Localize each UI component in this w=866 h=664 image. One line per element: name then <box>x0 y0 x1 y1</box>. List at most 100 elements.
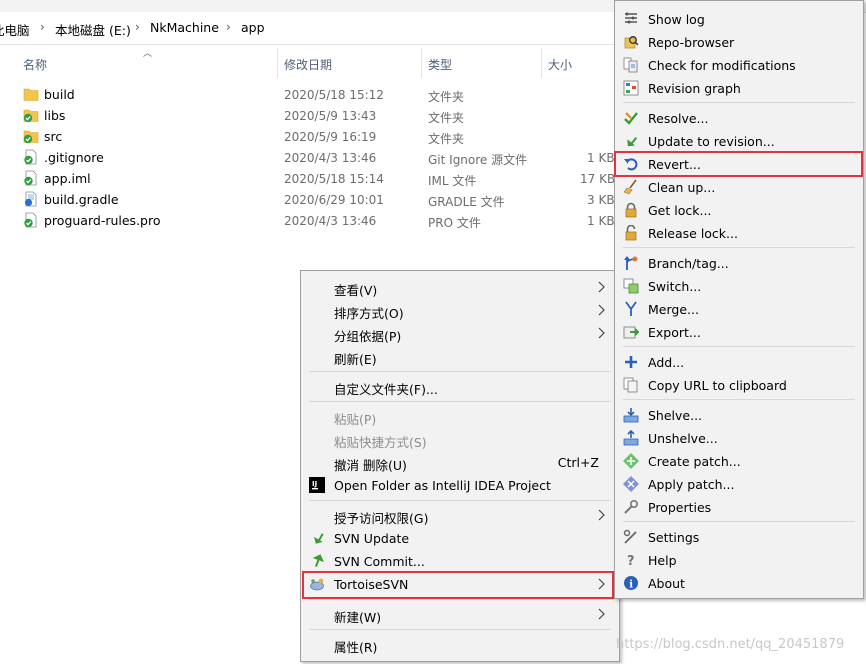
submenu-item-copy-url[interactable]: Copy URL to clipboard <box>615 374 863 397</box>
menu-item-label: TortoiseSVN <box>334 577 409 592</box>
submenu-item-revert[interactable]: Revert... <box>615 153 863 176</box>
submenu-item-repo-browser[interactable]: Repo-browser <box>615 31 863 54</box>
menu-item-svn-update[interactable]: SVN Update <box>301 527 619 550</box>
column-divider[interactable] <box>421 48 422 78</box>
breadcrumb-separator-icon[interactable]: › <box>135 20 140 34</box>
file-name: build <box>44 87 75 102</box>
menu-item-undo-delete[interactable]: 撤消 删除(U) Ctrl+Z <box>301 451 619 474</box>
menu-item-give-access[interactable]: 授予访问权限(G) <box>301 504 619 527</box>
file-type: IML 文件 <box>428 174 477 188</box>
menu-item-label: SVN Commit... <box>334 554 425 569</box>
column-divider[interactable] <box>541 48 542 78</box>
repo-browser-icon <box>624 36 639 49</box>
menu-item-paste-shortcut[interactable]: 粘贴快捷方式(S) <box>301 428 619 451</box>
file-type: PRO 文件 <box>428 216 481 230</box>
submenu-item-apply-patch[interactable]: Apply patch... <box>615 473 863 496</box>
submenu-item-shelve[interactable]: Shelve... <box>615 404 863 427</box>
menu-item-label: Help <box>648 553 677 568</box>
breadcrumb-separator-icon[interactable]: › <box>40 20 45 34</box>
file-size: 3 KB <box>587 193 615 207</box>
settings-icon <box>623 529 637 544</box>
resolve-icon <box>624 112 638 125</box>
menu-item-new[interactable]: 新建(W) <box>301 603 619 626</box>
submenu-item-show-log[interactable]: Show log <box>615 8 863 31</box>
revision-graph-icon <box>623 80 639 96</box>
file-row[interactable]: src 2020/5/9 16:19 文件夹 <box>0 126 615 147</box>
submenu-item-resolve[interactable]: Resolve... <box>615 107 863 130</box>
column-header-name[interactable]: 名称 <box>23 56 47 73</box>
file-row[interactable]: libs 2020/5/9 13:43 文件夹 <box>0 105 615 126</box>
column-header-date[interactable]: 修改日期 <box>284 56 332 73</box>
breadcrumb-separator-icon[interactable]: › <box>226 20 231 34</box>
menu-item-open-intellij[interactable]: IJ Open Folder as IntelliJ IDEA Project <box>301 474 619 497</box>
submenu-item-release-lock[interactable]: Release lock... <box>615 222 863 245</box>
menu-separator <box>309 629 611 630</box>
menu-item-group-by[interactable]: 分组依据(P) <box>301 322 619 345</box>
breadcrumb-drive-e[interactable]: 本地磁盘 (E:) <box>55 20 131 39</box>
menu-separator <box>623 399 855 400</box>
menu-item-svn-commit[interactable]: SVN Commit... <box>301 550 619 573</box>
about-icon: i <box>624 576 638 591</box>
file-type: 文件夹 <box>428 90 465 104</box>
submenu-item-help[interactable]: ? Help <box>615 549 863 572</box>
submenu-item-about[interactable]: i About <box>615 572 863 595</box>
file-date: 2020/5/9 16:19 <box>284 130 377 144</box>
menu-item-label: Release lock... <box>648 226 738 241</box>
submenu-item-export[interactable]: Export... <box>615 321 863 344</box>
menu-item-label: Get lock... <box>648 203 712 218</box>
menu-item-sort-by[interactable]: 排序方式(O) <box>301 299 619 322</box>
menu-item-refresh[interactable]: 刷新(E) <box>301 345 619 368</box>
menu-item-tortoisesvn[interactable]: TortoiseSVN <box>301 573 619 596</box>
watermark: https://blog.csdn.net/qq_20451879 <box>616 637 845 652</box>
menu-item-label: 粘贴快捷方式(S) <box>334 435 427 450</box>
column-divider[interactable] <box>277 48 278 78</box>
submenu-item-revision-graph[interactable]: Revision graph <box>615 77 863 100</box>
menu-item-label: 授予访问权限(G) <box>334 511 429 526</box>
menu-separator <box>623 346 855 347</box>
submenu-item-check-modifications[interactable]: Check for modifications <box>615 54 863 77</box>
merge-icon <box>625 301 637 316</box>
menu-item-label: 查看(V) <box>334 283 378 298</box>
copy-url-icon <box>623 377 638 393</box>
create-patch-icon <box>623 453 639 469</box>
menu-item-label: 排序方式(O) <box>334 306 404 321</box>
submenu-item-branch-tag[interactable]: Branch/tag... <box>615 252 863 275</box>
submenu-item-properties[interactable]: Properties <box>615 496 863 519</box>
menu-item-label: 自定义文件夹(F)... <box>334 382 438 397</box>
file-row[interactable]: proguard-rules.pro 2020/4/3 13:46 PRO 文件… <box>0 210 615 231</box>
chevron-right-icon <box>598 327 605 339</box>
submenu-item-clean-up[interactable]: Clean up... <box>615 176 863 199</box>
submenu-item-create-patch[interactable]: Create patch... <box>615 450 863 473</box>
submenu-item-merge[interactable]: Merge... <box>615 298 863 321</box>
get-lock-icon <box>625 202 637 218</box>
menu-item-label: Show log <box>648 12 705 27</box>
breadcrumb-app[interactable]: app <box>241 20 265 35</box>
file-row[interactable]: app.iml 2020/5/18 15:14 IML 文件 17 KB <box>0 168 615 189</box>
menu-item-properties[interactable]: 属性(R) <box>301 633 619 656</box>
submenu-item-get-lock[interactable]: Get lock... <box>615 199 863 222</box>
submenu-item-add[interactable]: Add... <box>615 351 863 374</box>
file-date: 2020/6/29 10:01 <box>284 193 384 207</box>
file-row[interactable]: .gitignore 2020/4/3 13:46 Git Ignore 源文件… <box>0 147 615 168</box>
menu-item-view[interactable]: 查看(V) <box>301 276 619 299</box>
submenu-item-update-to-revision[interactable]: Update to revision... <box>615 130 863 153</box>
file-svn-modified-icon <box>24 191 37 207</box>
file-row[interactable]: build 2020/5/18 15:12 文件夹 <box>0 84 615 105</box>
submenu-item-unshelve[interactable]: Unshelve... <box>615 427 863 450</box>
menu-item-label: Copy URL to clipboard <box>648 378 787 393</box>
breadcrumb-this-pc[interactable]: 此电脑 <box>0 20 30 39</box>
column-header-type[interactable]: 类型 <box>428 56 452 73</box>
menu-item-label: About <box>648 576 685 591</box>
breadcrumb-nkmachine[interactable]: NkMachine <box>150 20 219 35</box>
column-header-size[interactable]: 大小 <box>548 56 572 73</box>
file-row[interactable]: build.gradle 2020/6/29 10:01 GRADLE 文件 3… <box>0 189 615 210</box>
breadcrumb[interactable]: 此电脑 › 本地磁盘 (E:) › NkMachine › app <box>0 12 615 45</box>
menu-item-paste[interactable]: 粘贴(P) <box>301 405 619 428</box>
cleanup-icon <box>623 179 637 195</box>
tortoisesvn-submenu: Show log Repo-browser Check for modifica… <box>614 0 864 599</box>
file-date: 2020/4/3 13:46 <box>284 214 377 228</box>
submenu-item-switch[interactable]: Switch... <box>615 275 863 298</box>
menu-item-customize-folder[interactable]: 自定义文件夹(F)... <box>301 375 619 398</box>
chevron-right-icon <box>598 304 605 316</box>
submenu-item-settings[interactable]: Settings <box>615 526 863 549</box>
